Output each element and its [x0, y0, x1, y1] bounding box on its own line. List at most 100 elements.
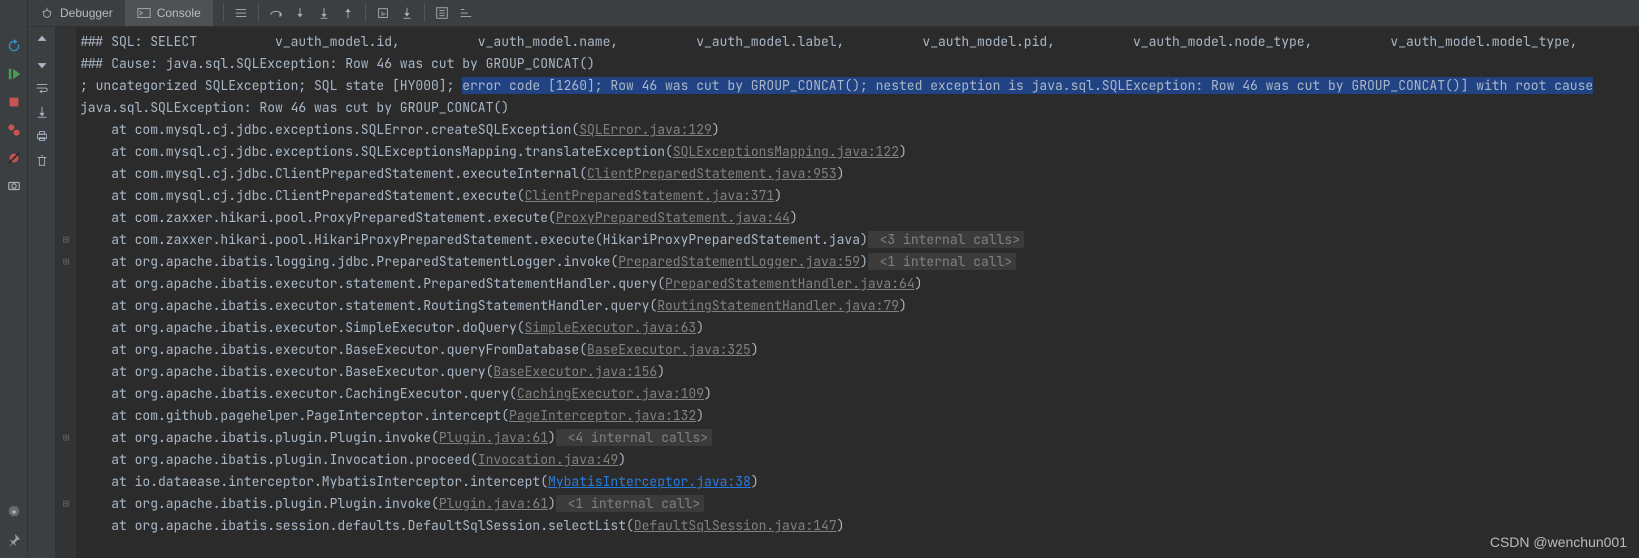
console-gutter-tools: [28, 27, 56, 558]
console-line: at com.zaxxer.hikari.pool.ProxyPreparedS…: [80, 207, 1631, 229]
source-link[interactable]: SimpleExecutor.java:63: [525, 319, 697, 336]
fold-toggle: [56, 361, 76, 383]
internal-calls-badge[interactable]: <3 internal calls>: [868, 231, 1024, 248]
show-execution-point-icon[interactable]: [230, 2, 252, 24]
settings-icon[interactable]: [6, 504, 22, 520]
internal-calls-badge[interactable]: <4 internal calls>: [556, 429, 712, 446]
console-output[interactable]: ### SQL: SELECT v_auth_model.id, v_auth_…: [76, 27, 1639, 558]
console-line: at org.apache.ibatis.session.defaults.De…: [80, 515, 1631, 537]
fold-toggle: [56, 449, 76, 471]
fold-toggle: [56, 53, 76, 75]
print-icon[interactable]: [35, 129, 49, 143]
console-line: java.sql.SQLException: Row 46 was cut by…: [80, 97, 1631, 119]
source-link[interactable]: ClientPreparedStatement.java:953: [587, 165, 837, 182]
source-link[interactable]: BaseExecutor.java:156: [493, 363, 657, 380]
source-link[interactable]: ProxyPreparedStatement.java:44: [556, 209, 790, 226]
fold-toggle[interactable]: ⊞: [56, 493, 76, 515]
source-link[interactable]: Plugin.java:61: [439, 429, 548, 446]
fold-toggle: [56, 317, 76, 339]
evaluate-icon[interactable]: [431, 2, 453, 24]
console-line: at org.apache.ibatis.plugin.Plugin.invok…: [80, 493, 1631, 515]
fold-toggle[interactable]: ⊞: [56, 427, 76, 449]
softwrap-icon[interactable]: [35, 81, 49, 95]
console-line: at org.apache.ibatis.executor.SimpleExec…: [80, 317, 1631, 339]
step-over-icon[interactable]: [265, 2, 287, 24]
rerun-icon[interactable]: [6, 38, 22, 54]
step-out-icon[interactable]: [337, 2, 359, 24]
fold-toggle: [56, 119, 76, 141]
console-line: at com.mysql.cj.jdbc.exceptions.SQLExcep…: [80, 141, 1631, 163]
source-link[interactable]: CachingExecutor.java:109: [517, 385, 704, 402]
source-link[interactable]: Invocation.java:49: [478, 451, 618, 468]
source-link[interactable]: SQLExceptionsMapping.java:122: [673, 143, 899, 160]
tab-bar: Debugger Console: [28, 0, 1639, 27]
console-line: at org.apache.ibatis.executor.statement.…: [80, 295, 1631, 317]
debug-toolbar: [213, 0, 483, 26]
thread-dump-icon[interactable]: [6, 178, 22, 194]
fold-toggle: [56, 97, 76, 119]
debug-tool-window: Debugger Console: [0, 0, 1639, 558]
mute-breakpoints-icon[interactable]: [6, 150, 22, 166]
fold-toggle: [56, 405, 76, 427]
fold-toggle: [56, 471, 76, 493]
fold-toggle: [56, 75, 76, 97]
console-line: at com.mysql.cj.jdbc.ClientPreparedState…: [80, 163, 1631, 185]
fold-toggle: [56, 141, 76, 163]
console-icon: [137, 6, 151, 20]
console-line: ### SQL: SELECT v_auth_model.id, v_auth_…: [80, 31, 1631, 53]
fold-toggle: [56, 31, 76, 53]
fold-toggle[interactable]: ⊞: [56, 229, 76, 251]
console-line: at org.apache.ibatis.executor.statement.…: [80, 273, 1631, 295]
resume-icon[interactable]: [6, 66, 22, 82]
console-line: at org.apache.ibatis.executor.CachingExe…: [80, 383, 1631, 405]
run-to-cursor-icon[interactable]: [396, 2, 418, 24]
tab-debugger[interactable]: Debugger: [28, 0, 125, 26]
fold-toggle: [56, 273, 76, 295]
source-link[interactable]: PageInterceptor.java:132: [509, 407, 696, 424]
tab-label: Console: [157, 6, 201, 20]
source-link[interactable]: MybatisInterceptor.java:38: [548, 473, 751, 490]
up-icon[interactable]: [35, 33, 49, 47]
watermark: CSDN @wenchun001: [1490, 534, 1627, 550]
trace-icon[interactable]: [455, 2, 477, 24]
source-link[interactable]: SQLError.java:129: [579, 121, 712, 138]
main-area: Debugger Console: [28, 0, 1639, 558]
source-link[interactable]: ClientPreparedStatement.java:371: [525, 187, 775, 204]
bug-icon: [40, 6, 54, 20]
source-link[interactable]: PreparedStatementHandler.java:64: [665, 275, 915, 292]
breakpoints-icon[interactable]: [6, 122, 22, 138]
source-link[interactable]: DefaultSqlSession.java:147: [634, 517, 837, 534]
console-line: at com.mysql.cj.jdbc.ClientPreparedState…: [80, 185, 1631, 207]
fold-toggle: [56, 515, 76, 537]
fold-gutter: ⊞⊞⊞⊞: [56, 27, 76, 558]
console-line: at com.zaxxer.hikari.pool.HikariProxyPre…: [80, 229, 1631, 251]
internal-calls-badge[interactable]: <1 internal call>: [556, 495, 704, 512]
fold-toggle: [56, 185, 76, 207]
console-line: ### Cause: java.sql.SQLException: Row 46…: [80, 53, 1631, 75]
drop-frame-icon[interactable]: [372, 2, 394, 24]
fold-toggle: [56, 383, 76, 405]
fold-toggle: [56, 295, 76, 317]
console-line: at org.apache.ibatis.executor.BaseExecut…: [80, 339, 1631, 361]
down-icon[interactable]: [35, 57, 49, 71]
pin-icon[interactable]: [6, 532, 22, 548]
fold-toggle: [56, 339, 76, 361]
console-line: at org.apache.ibatis.plugin.Invocation.p…: [80, 449, 1631, 471]
source-link[interactable]: BaseExecutor.java:325: [587, 341, 751, 358]
source-link[interactable]: Plugin.java:61: [439, 495, 548, 512]
stop-icon[interactable]: [6, 94, 22, 110]
fold-toggle[interactable]: ⊞: [56, 251, 76, 273]
console-line: at org.apache.ibatis.plugin.Plugin.invok…: [80, 427, 1631, 449]
highlighted-text: error code [1260]; Row 46 was cut by GRO…: [462, 77, 1593, 94]
scroll-end-icon[interactable]: [35, 105, 49, 119]
console-line: at io.dataease.interceptor.MybatisInterc…: [80, 471, 1631, 493]
console-line: at org.apache.ibatis.logging.jdbc.Prepar…: [80, 251, 1631, 273]
tab-console[interactable]: Console: [125, 0, 213, 26]
internal-calls-badge[interactable]: <1 internal call>: [868, 253, 1016, 270]
console-body: ⊞⊞⊞⊞ ### SQL: SELECT v_auth_model.id, v_…: [28, 27, 1639, 558]
force-step-into-icon[interactable]: [313, 2, 335, 24]
source-link[interactable]: RoutingStatementHandler.java:79: [657, 297, 899, 314]
step-into-icon[interactable]: [289, 2, 311, 24]
clear-icon[interactable]: [35, 153, 49, 167]
source-link[interactable]: PreparedStatementLogger.java:59: [618, 253, 860, 270]
